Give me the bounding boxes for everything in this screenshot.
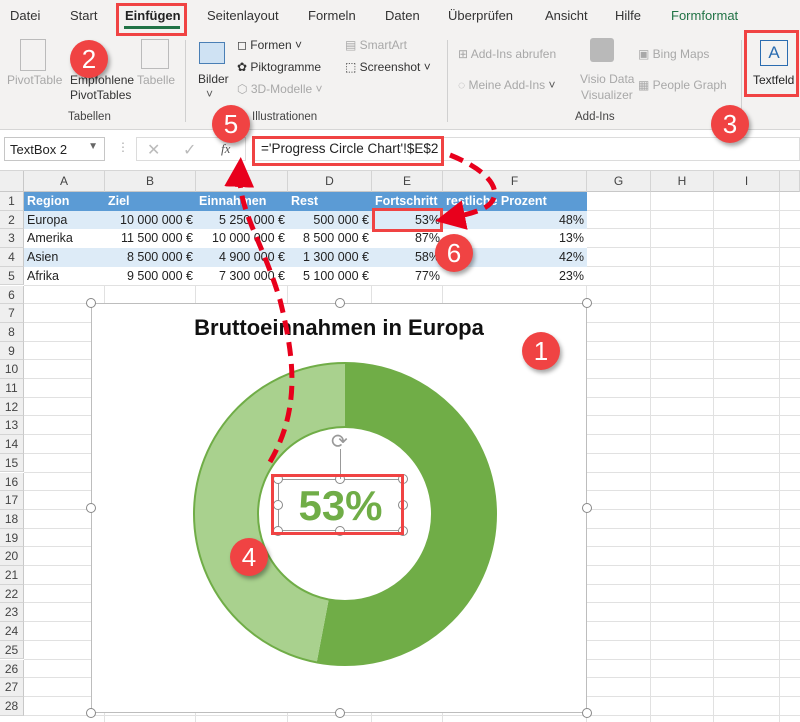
- annotation-badge-2: 2: [70, 40, 108, 78]
- annotation-badge-5: 5: [212, 105, 250, 143]
- annotation-badge-4: 4: [230, 538, 268, 576]
- annotation-badge-1: 1: [522, 332, 560, 370]
- annotation-badge-3: 3: [711, 105, 749, 143]
- arrow-formula-to-cell: [435, 152, 498, 230]
- annotation-arrows: [224, 152, 498, 464]
- arrow-textbox-to-formula: [224, 157, 295, 464]
- annotation-badge-6: 6: [435, 234, 473, 272]
